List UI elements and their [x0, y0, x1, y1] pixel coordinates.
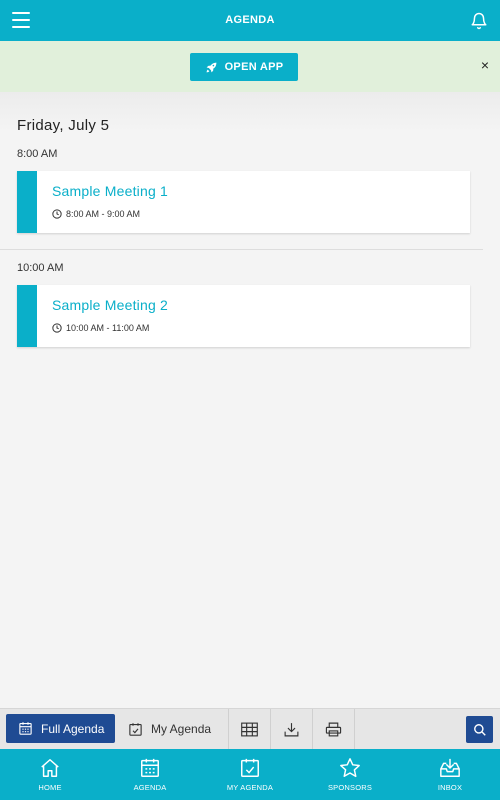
meeting-card[interactable]: Sample Meeting 1 8:00 AM - 9:00 AM	[17, 171, 470, 233]
home-icon	[41, 759, 59, 777]
page-title: AGENDA	[225, 14, 275, 26]
calendar-check-icon	[241, 758, 259, 777]
my-agenda-label: My Agenda	[151, 722, 212, 736]
top-bar: AGENDA	[0, 0, 500, 41]
download-icon	[284, 722, 299, 736]
nav-agenda[interactable]: AGENDA	[100, 749, 200, 800]
agenda-toolbar: Full Agenda My Agenda	[0, 708, 500, 749]
meeting-time-range: 8:00 AM - 9:00 AM	[66, 209, 141, 219]
time-slot-label: 10:00 AM	[17, 262, 64, 274]
meeting-title: Sample Meeting 1	[52, 183, 169, 199]
bottom-nav: HOME AGENDA MY AGENDA SPONSORS INBOX	[0, 749, 500, 800]
day-heading: Friday, July 5	[17, 117, 110, 134]
clock-icon	[52, 323, 62, 333]
nav-home-label: HOME	[38, 783, 62, 792]
open-app-button[interactable]: OPEN APP	[190, 53, 298, 81]
meeting-card[interactable]: Sample Meeting 2 10:00 AM - 11:00 AM	[17, 285, 470, 347]
meeting-title: Sample Meeting 2	[52, 297, 169, 313]
star-icon	[340, 758, 360, 778]
calendar-check-icon	[129, 722, 142, 736]
calendar-icon	[19, 722, 32, 735]
nav-my-agenda-label: MY AGENDA	[226, 783, 274, 792]
full-agenda-button[interactable]: Full Agenda	[6, 714, 115, 743]
rocket-icon	[206, 62, 216, 72]
card-accent-bar	[17, 171, 37, 233]
grid-view-button[interactable]	[228, 709, 270, 749]
print-button[interactable]	[312, 709, 354, 749]
calendar-icon	[141, 758, 159, 777]
search-button[interactable]	[466, 716, 493, 743]
nav-home[interactable]: HOME	[0, 749, 100, 800]
nav-sponsors[interactable]: SPONSORS	[300, 749, 400, 800]
print-icon	[325, 722, 342, 736]
nav-agenda-label: AGENDA	[133, 783, 167, 792]
full-agenda-label: Full Agenda	[41, 721, 105, 736]
download-button[interactable]	[270, 709, 312, 749]
nav-inbox-label: INBOX	[437, 783, 463, 792]
search-icon	[473, 723, 486, 736]
nav-my-agenda[interactable]: MY AGENDA	[200, 749, 300, 800]
clock-icon	[52, 209, 62, 219]
toolbar-divider	[354, 709, 355, 749]
close-icon[interactable]: ×	[478, 58, 492, 72]
open-app-label: OPEN APP	[224, 61, 284, 73]
open-app-banner: OPEN APP ×	[0, 41, 500, 92]
card-accent-bar	[17, 285, 37, 347]
bell-icon[interactable]	[470, 11, 488, 31]
time-slot-label: 8:00 AM	[17, 148, 58, 160]
meeting-time: 8:00 AM - 9:00 AM	[52, 209, 140, 219]
grid-icon	[241, 722, 258, 736]
inbox-icon	[440, 758, 460, 777]
my-agenda-button[interactable]: My Agenda	[118, 709, 228, 749]
meeting-time: 10:00 AM - 11:00 AM	[52, 323, 149, 333]
divider	[0, 249, 483, 250]
meeting-time-range: 10:00 AM - 11:00 AM	[66, 323, 150, 333]
nav-inbox[interactable]: INBOX	[400, 749, 500, 800]
nav-sponsors-label: SPONSORS	[327, 783, 373, 792]
